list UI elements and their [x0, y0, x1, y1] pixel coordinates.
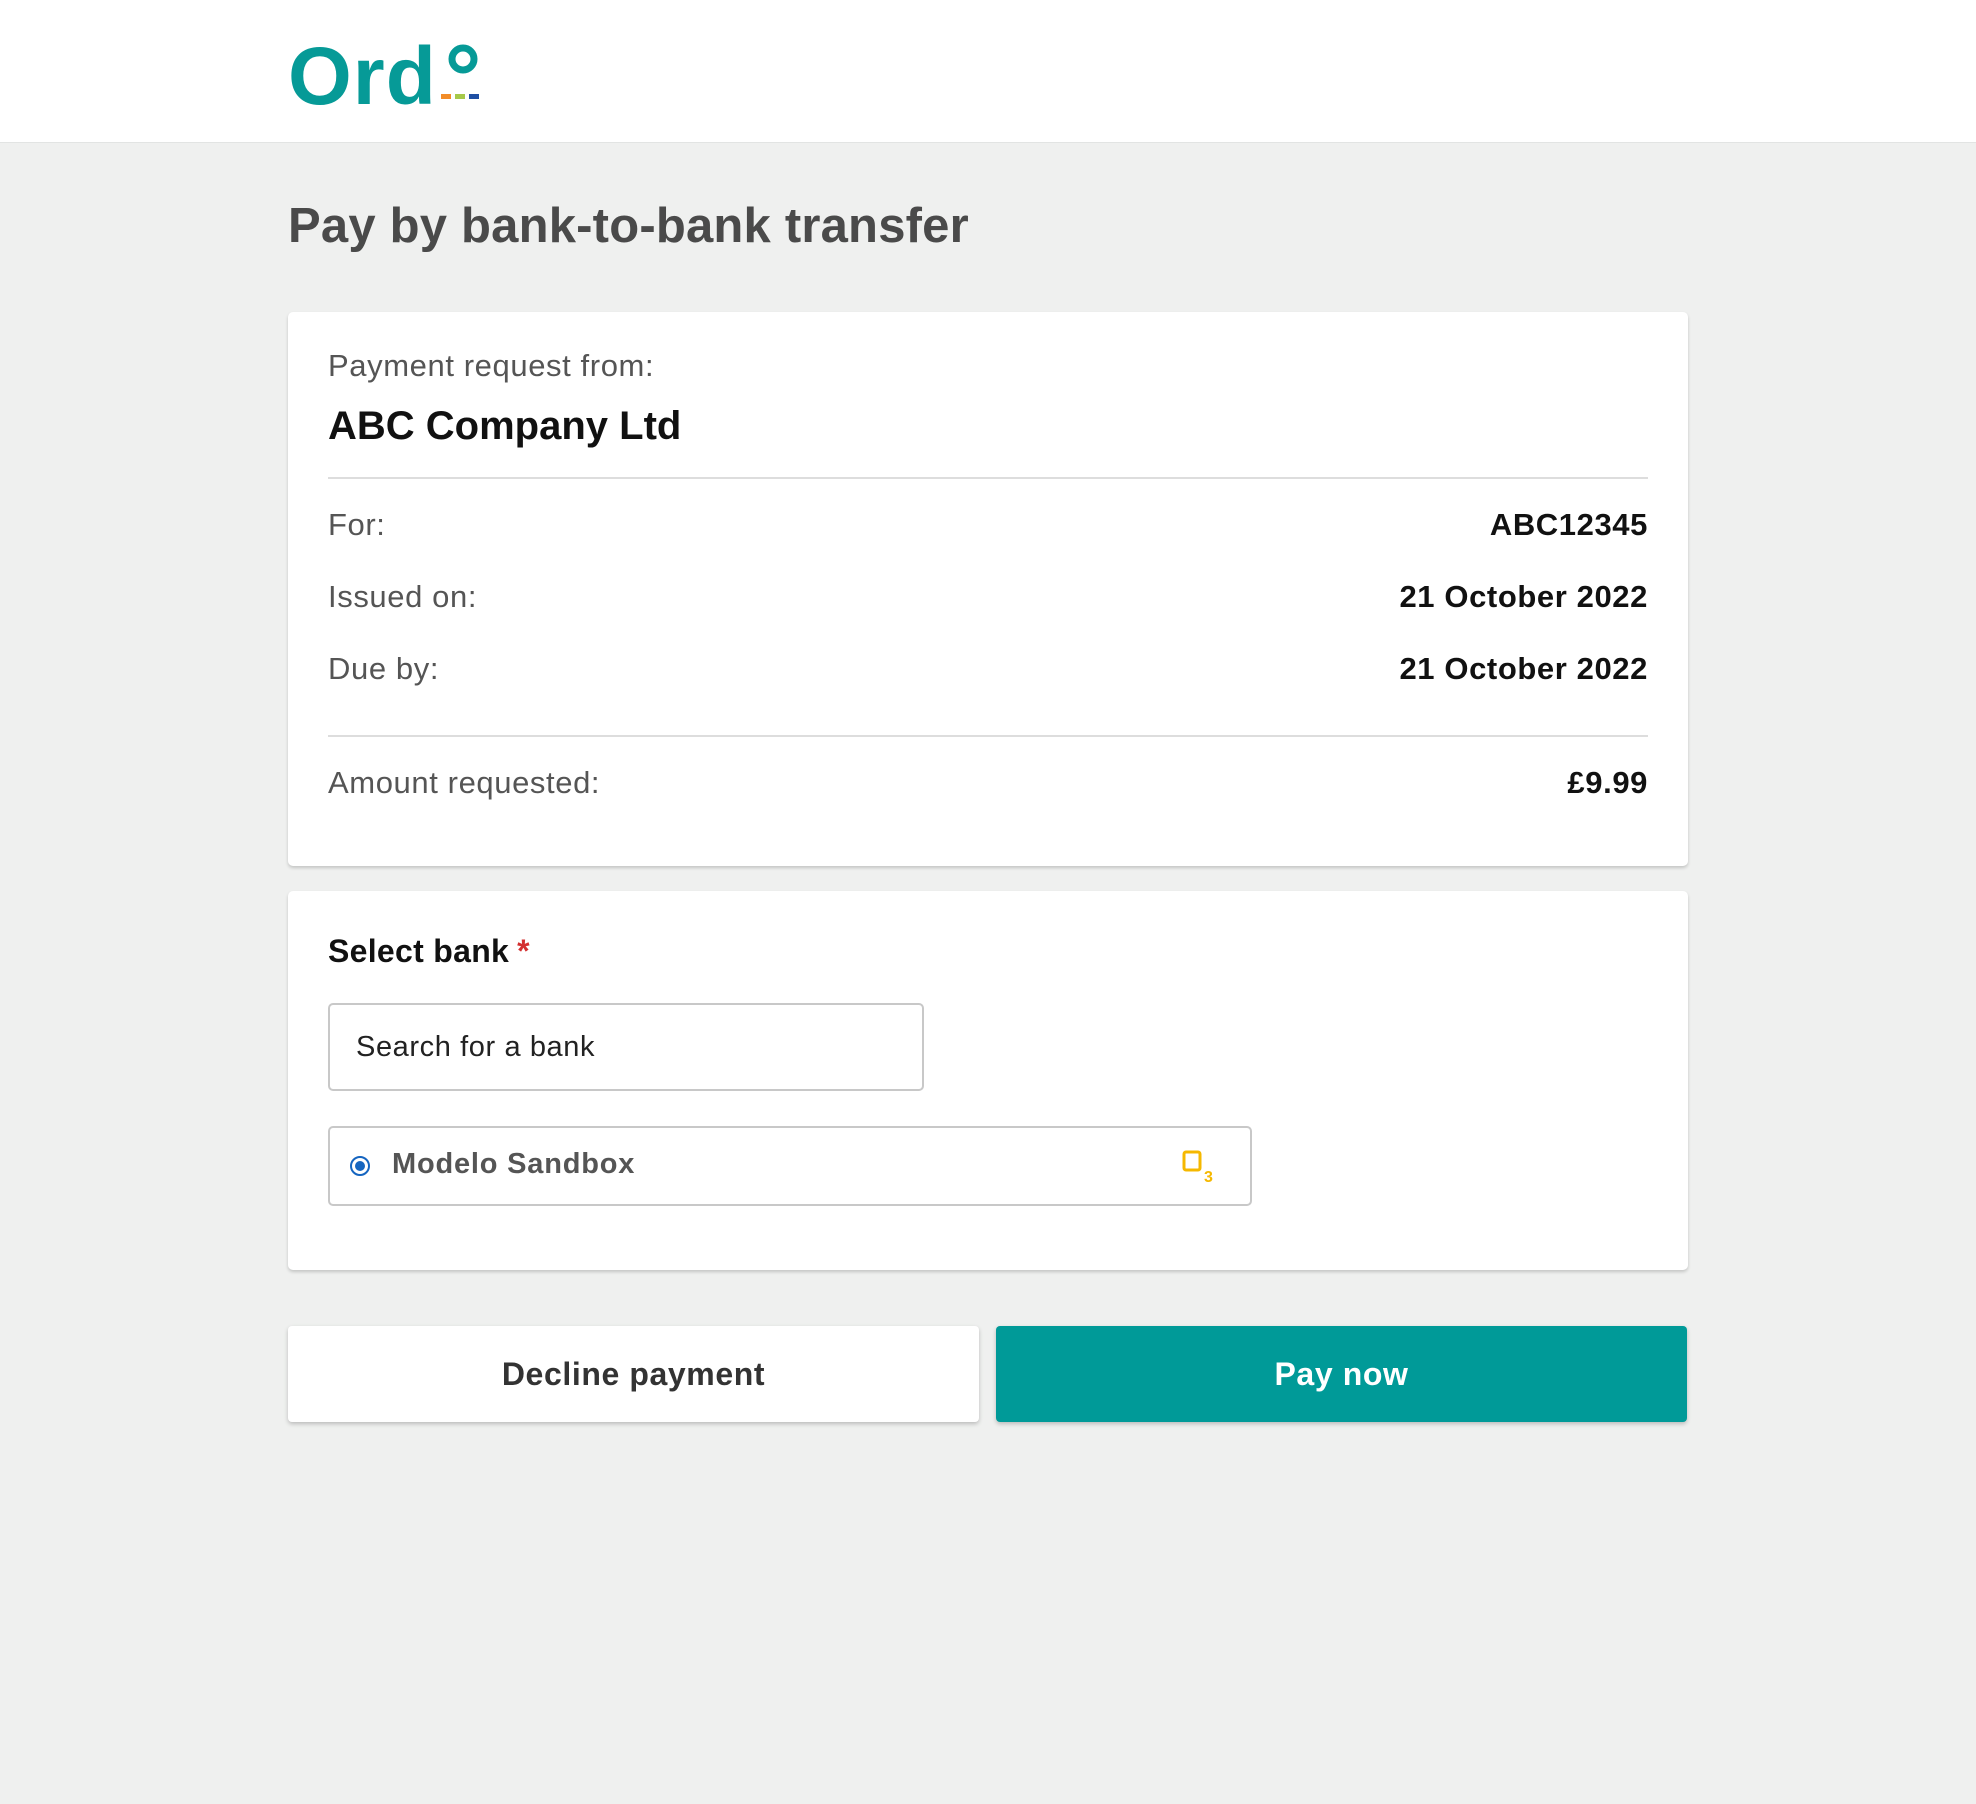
bank-option-name: Modelo Sandbox [392, 1148, 636, 1180]
amount-divider [328, 735, 1648, 737]
svg-text:Ord: Ord [288, 36, 437, 108]
issued-on-label: Issued on: [328, 579, 478, 614]
pay-now-button[interactable]: Pay now [996, 1326, 1687, 1422]
due-by-value: 21 October 2022 [1399, 651, 1648, 686]
bank-search-input[interactable] [356, 1005, 896, 1089]
issued-on-row: Issued on: 21 October 2022 [328, 579, 1648, 629]
bank-option-modelo-sandbox[interactable]: Modelo Sandbox 3 [328, 1126, 1252, 1206]
required-marker: * [517, 933, 530, 969]
ordo-logo[interactable]: Ord [288, 36, 488, 108]
reference-label: For: [328, 507, 386, 542]
radio-selected-icon[interactable] [350, 1156, 370, 1176]
o3-bank-icon: 3 [1182, 1150, 1213, 1184]
reference-row: For: ABC12345 [328, 507, 1648, 557]
company-name: ABC Company Ltd [328, 404, 682, 448]
payment-summary-card: Payment request from: ABC Company Ltd Fo… [288, 312, 1688, 866]
select-bank-card: Select bank* Modelo Sandbox 3 [288, 891, 1688, 1270]
reference-value: ABC12345 [1489, 507, 1648, 542]
decline-payment-button[interactable]: Decline payment [288, 1326, 979, 1422]
due-by-row: Due by: 21 October 2022 [328, 651, 1648, 701]
amount-label: Amount requested: [328, 765, 601, 800]
payment-request-from-label: Payment request from: [328, 348, 655, 383]
bank-search-field[interactable] [328, 1003, 924, 1091]
site-header: Ord [0, 0, 1976, 143]
due-by-label: Due by: [328, 651, 440, 686]
amount-value: £9.99 [1567, 765, 1648, 800]
svg-text:3: 3 [1204, 1169, 1213, 1184]
summary-divider [328, 477, 1648, 479]
select-bank-label-text: Select bank [328, 933, 510, 969]
issued-on-value: 21 October 2022 [1399, 579, 1648, 614]
select-bank-label: Select bank * [328, 933, 530, 970]
amount-row: Amount requested: £9.99 [328, 765, 1648, 815]
page-title: Pay by bank-to-bank transfer [288, 199, 969, 253]
